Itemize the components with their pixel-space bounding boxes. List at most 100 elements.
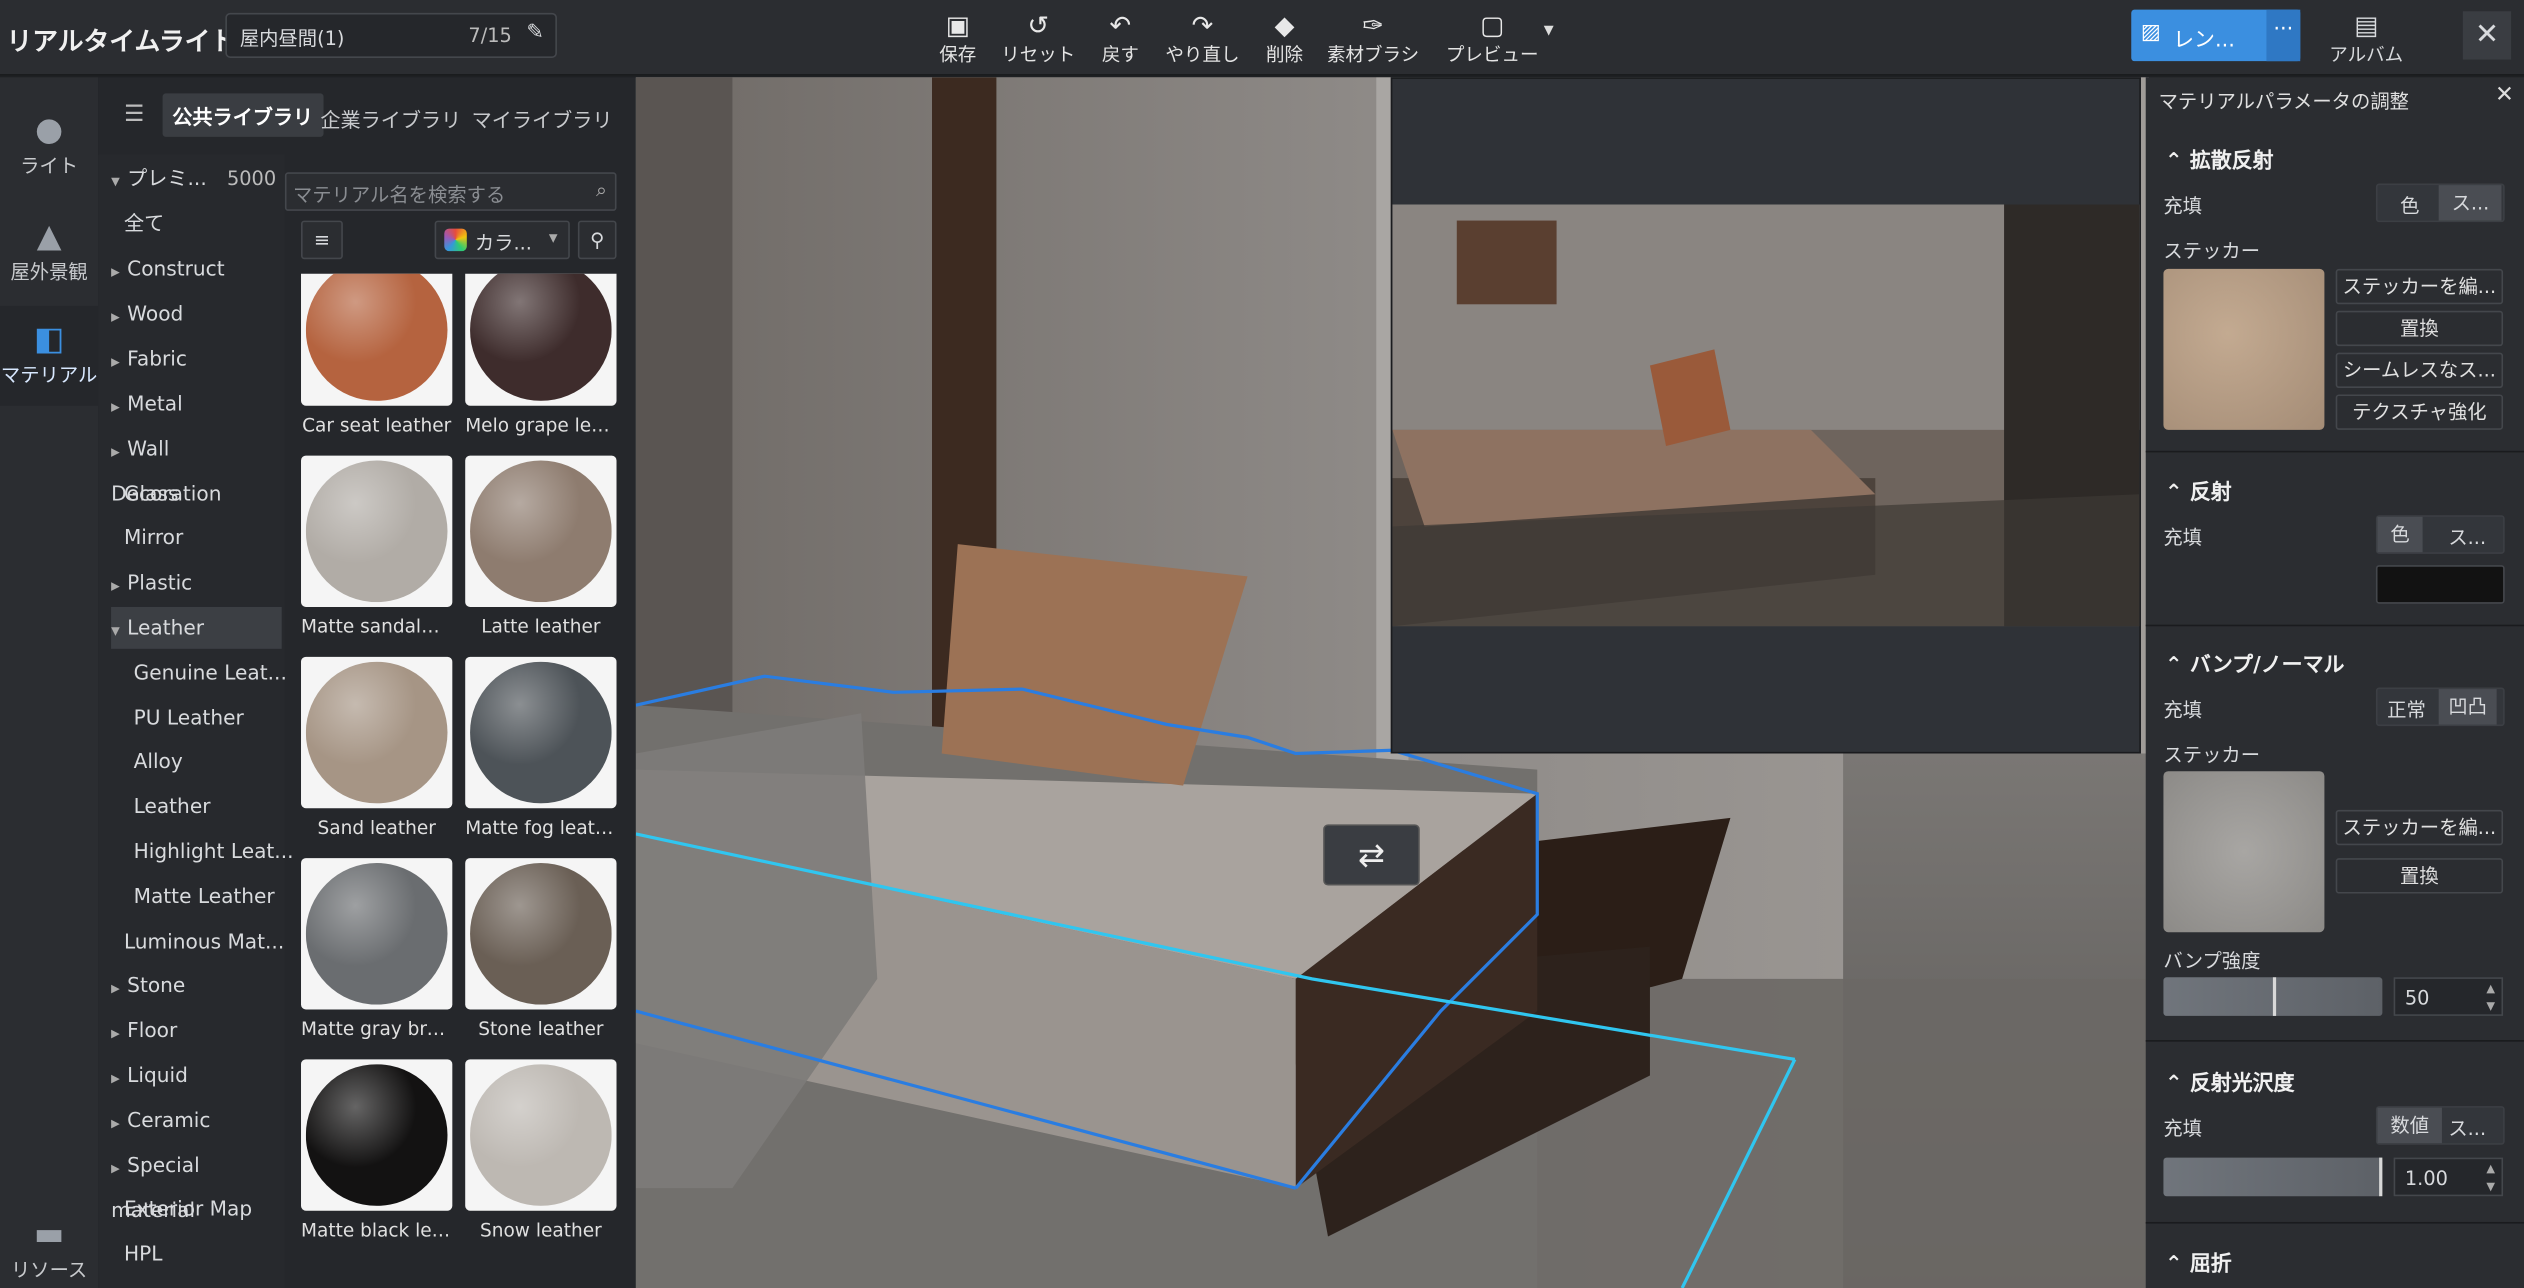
nav-resource[interactable]: ▬ リソース [0,1211,98,1288]
material-tile[interactable]: Matte black leather [301,1059,453,1241]
category-item[interactable]: ▶ Floor [111,1009,282,1051]
category-item[interactable]: ▶ Plastic [111,562,282,604]
reflection-color-option[interactable]: 色 [2377,516,2423,553]
category-item[interactable]: ▶ Wall Decoration [111,428,282,505]
category-item[interactable]: Exterior Map [124,1188,295,1230]
close-icon[interactable]: ✕ [2495,82,2514,108]
material-tile[interactable]: Melo grape leather [465,273,617,436]
search-icon[interactable]: ⌕ [596,179,607,203]
material-brush-button[interactable]: ✑ 素材ブラシ [1325,10,1422,68]
delete-button[interactable]: ◆ 削除 [1243,10,1327,68]
gloss-fill-toggle[interactable]: 数値 ス... [2375,1106,2505,1145]
section-bump[interactable]: ⌃ バンプ/ノーマル [2165,647,2344,678]
tab-company-library[interactable]: 企業ライブラリ [320,103,461,134]
section-reflection[interactable]: ⌃ 反射 [2165,475,2232,505]
subcategory-item[interactable]: Leather [134,786,305,828]
replace-button[interactable]: 置換 [2335,310,2504,347]
category-item[interactable]: HPL [124,1233,295,1275]
nav-outdoor[interactable]: ▲ 屋外景観 [0,213,98,313]
stepper-up-icon[interactable]: ▲ [2486,1162,2495,1175]
material-tile[interactable]: Stone leather [465,858,617,1040]
edit-sticker-button[interactable]: ステッカーを編... [2335,809,2504,846]
bump-relief-option[interactable]: 凹凸 [2438,689,2497,725]
album-button[interactable]: ▤ アルバム [2324,10,2408,68]
material-tile[interactable]: Car seat leather [301,273,453,436]
subcategory-item[interactable]: Matte Leather [134,876,305,918]
subcategory-item[interactable]: Highlight Leat... [134,831,305,873]
diffuse-sticker-option[interactable]: ス... [2438,185,2503,221]
category-item[interactable]: ▶ Ceramic [111,1100,282,1142]
undo-button[interactable]: ↶ 戻す [1078,10,1162,68]
nav-material[interactable]: ◧ マテリアル [0,305,99,406]
material-tile[interactable]: Matte gray brow... [301,858,453,1040]
texture-enhance-button[interactable]: テクスチャ強化 [2335,394,2504,430]
material-tile[interactable]: Sand leather [301,656,453,839]
category-item[interactable]: ▶ Special material [111,1145,282,1222]
category-item[interactable]: ▶ Wood [111,293,282,335]
close-icon[interactable]: ✕ [2462,11,2512,60]
edit-sticker-button[interactable]: ステッカーを編... [2335,268,2504,305]
gloss-slider[interactable] [2163,1157,2383,1197]
category-item[interactable]: ▶ Metal [111,383,282,425]
tab-public-library[interactable]: 公共ライブラリ [162,93,323,137]
material-tile[interactable]: Matte fog leather [465,656,617,839]
reset-button[interactable]: ↺ リセット [996,10,1080,68]
color-filter-dropdown[interactable]: カラ... ▼ [434,220,570,260]
gloss-input[interactable]: 1.00 ▲ ▼ [2393,1157,2504,1197]
stepper-down-icon[interactable]: ▼ [2486,1180,2495,1193]
stepper-down-icon[interactable]: ▼ [2486,1000,2495,1013]
render-button[interactable]: ▨ レン... ··· [2131,9,2301,62]
reflection-fill-toggle[interactable]: 色 ス... [2375,515,2505,554]
edit-icon[interactable]: ✎ [526,21,544,45]
section-refraction[interactable]: ⌃ 屈折 [2165,1246,2232,1277]
category-item[interactable]: ▶ Stone [111,964,282,1006]
save-button[interactable]: ▣ 保存 [916,10,1000,68]
bump-strength-slider[interactable] [2163,977,2383,1016]
diffuse-sticker-thumbnail[interactable] [2163,268,2325,430]
swap-icon[interactable]: ⇄ [1323,824,1420,886]
filter-button[interactable]: ⚲ [577,220,617,260]
category-item[interactable]: ▶ Construct [111,248,282,290]
redo-button[interactable]: ↷ やり直し [1161,10,1245,68]
category-item[interactable]: ▶ Liquid [111,1055,282,1097]
slider-handle[interactable] [2379,1157,2383,1197]
subcategory-item[interactable]: Genuine Leat... [134,652,305,694]
render-preview-window[interactable] [1390,77,2141,754]
reflection-color-swatch[interactable] [2375,565,2505,604]
subcategory-item[interactable]: Alloy [134,741,305,783]
subcategory-item[interactable]: PU Leather [134,697,305,739]
slider-handle[interactable] [2272,977,2277,1016]
category-item[interactable]: ▶ Fabric [111,338,282,380]
list-icon[interactable]: ☰ [124,101,144,127]
bump-strength-input[interactable]: 50 ▲ ▼ [2393,977,2504,1016]
material-tile[interactable]: Latte leather [465,455,617,638]
sort-button[interactable]: ≡ [301,220,343,260]
scene-selector[interactable]: 屋内昼間(1) 7/15 ✎ [225,12,557,58]
diffuse-fill-toggle[interactable]: 色 ス... [2375,183,2505,223]
category-item[interactable]: Luminous Mat... [124,921,295,963]
bump-mode-toggle[interactable]: 正常 凹凸 [2375,687,2505,727]
material-tile[interactable]: Snow leather [465,1059,617,1241]
preview-button[interactable]: ▢ プレビュー [1442,10,1542,68]
render-more-button[interactable]: ··· [2266,9,2301,62]
bump-sticker-thumbnail[interactable] [2163,771,2325,933]
material-search-input[interactable]: マテリアル名を検索する ⌕ [284,172,617,211]
gloss-sticker-option[interactable]: ス... [2448,1114,2486,1141]
category-item[interactable]: 全て [124,203,295,245]
preview-dropdown-icon[interactable]: ▼ [1544,23,1554,37]
diffuse-color-option[interactable]: 色 [2400,192,2419,219]
material-tile[interactable]: Matte sandalwoo... [301,455,453,638]
category-item[interactable]: Mirror [124,517,295,559]
reflection-sticker-option[interactable]: ス... [2448,523,2486,550]
bump-normal-option[interactable]: 正常 [2387,696,2426,723]
tab-my-library[interactable]: マイライブラリ [472,103,613,134]
section-diffuse[interactable]: ⌃ 拡散反射 [2165,143,2274,174]
replace-button[interactable]: 置換 [2335,858,2504,894]
nav-light[interactable]: ● ライト [0,106,98,206]
category-item[interactable]: Glass [124,473,295,515]
gloss-value-option[interactable]: 数値 [2377,1107,2442,1144]
section-gloss[interactable]: ⌃ 反射光沢度 [2165,1066,2294,1096]
stepper-up-icon[interactable]: ▲ [2486,982,2495,995]
seamless-button[interactable]: シームレスなス... [2335,352,2504,389]
category-item-selected[interactable]: ▼ Leather [111,606,282,649]
